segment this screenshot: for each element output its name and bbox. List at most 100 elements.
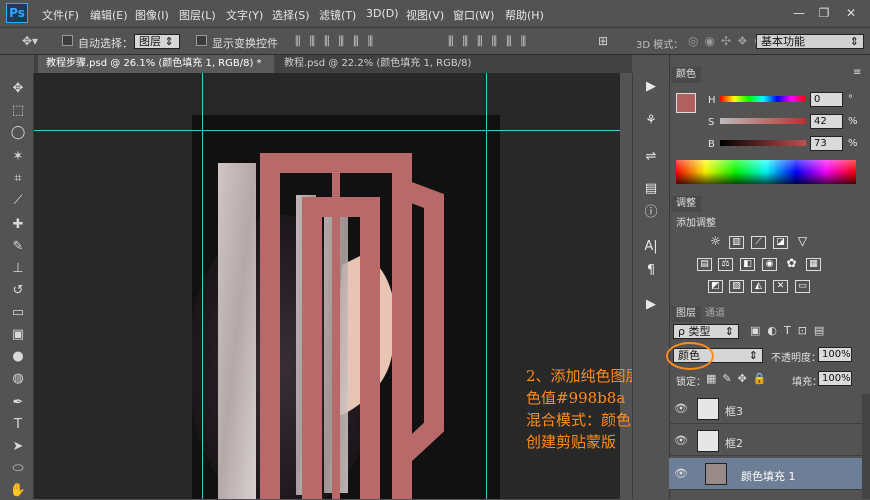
exposure-adj-icon[interactable]: ◪ [773, 236, 788, 249]
close-window-icon[interactable]: ✕ [842, 4, 860, 22]
healing-brush-icon[interactable]: ✚ [9, 216, 27, 234]
layer-row[interactable]: 👁 框3 [669, 394, 862, 424]
document-canvas[interactable] [187, 115, 500, 499]
black-white-adj-icon[interactable]: ◧ [740, 258, 755, 271]
dodge-tool-icon[interactable]: ◍ [9, 370, 27, 388]
minimize-icon[interactable]: — [790, 4, 808, 22]
play-action-icon[interactable]: ▶ [642, 296, 660, 314]
tab-active-document[interactable]: 教程步骤.psd @ 26.1% (颜色填充 1, RGB/8) * × [38, 55, 274, 87]
brightness-input[interactable]: 73 [810, 136, 843, 151]
photo-filter-adj-icon[interactable]: ◉ [762, 258, 777, 271]
layer-row[interactable]: 👁 框2 [669, 426, 862, 456]
lock-icons[interactable]: ▦✎✥🔒 [706, 372, 773, 385]
auto-select-checkbox[interactable] [62, 35, 73, 46]
adjustments-panel-tab[interactable]: 调整 [671, 196, 701, 212]
curves-adj-icon[interactable]: ⟋ [751, 236, 766, 249]
levels-adj-icon[interactable]: ▥ [729, 236, 744, 249]
marquee-tool-icon[interactable]: ⬚ [9, 102, 27, 120]
menu-view[interactable]: 视图(V) [406, 7, 444, 23]
lasso-tool-icon[interactable]: ◯ [9, 124, 27, 142]
selective-color-adj-icon[interactable]: ✕ [773, 280, 788, 293]
move-tool-icon[interactable]: ✥▾ [22, 34, 38, 48]
brightness-adj-icon[interactable]: ☼ [708, 235, 723, 249]
menu-filter[interactable]: 滤镜(T) [319, 7, 356, 23]
paragraph-icon[interactable]: ¶ [642, 262, 660, 280]
history-brush-icon[interactable]: ↺ [9, 282, 27, 300]
foreground-color-swatch[interactable] [676, 93, 696, 113]
auto-select-dropdown[interactable]: 图层 ⇕ [134, 34, 180, 49]
path-select-icon[interactable]: ➤ [9, 438, 27, 456]
color-lookup-adj-icon[interactable]: ▦ [806, 258, 821, 271]
panel-icon-strip [632, 73, 669, 499]
swatches-icon[interactable]: ▤ [642, 180, 660, 198]
shape-tool-icon[interactable]: ⬭ [9, 460, 27, 478]
saturation-input[interactable]: 42 [810, 114, 843, 129]
layers-scrollbar[interactable] [862, 394, 870, 499]
guide-horizontal[interactable] [34, 130, 620, 131]
layer-filter-dropdown[interactable]: ρ 类型 ⇕ [673, 324, 739, 339]
menu-type[interactable]: 文字(Y) [226, 7, 263, 23]
fill-layer-thumbnail [705, 463, 727, 485]
history-icon[interactable]: ▶ [642, 78, 660, 96]
color-panel-tab[interactable]: 颜色 [671, 67, 701, 83]
pen-tool-icon[interactable]: ✒ [9, 394, 27, 412]
gradient-tool-icon[interactable]: ▣ [9, 326, 27, 344]
tab-layers[interactable]: 图层 [671, 306, 701, 322]
layer-filter-icons[interactable]: ▣◐T⊡▤ [750, 324, 831, 337]
workspace-dropdown[interactable]: 基本功能 ⇕ [756, 34, 864, 49]
show-transform-checkbox[interactable] [196, 35, 207, 46]
brightness-slider[interactable] [720, 140, 806, 146]
hue-input[interactable]: 0 [810, 92, 843, 107]
menu-layer[interactable]: 图层(L) [179, 7, 216, 23]
visibility-eye-icon[interactable]: 👁 [674, 402, 688, 416]
blur-tool-icon[interactable]: ● [9, 348, 27, 366]
visibility-eye-icon[interactable]: 👁 [674, 434, 688, 448]
invert-adj-icon[interactable]: ◩ [708, 280, 723, 293]
crop-tool-icon[interactable]: ⌗ [9, 170, 27, 188]
color-balance-adj-icon[interactable]: ⚖ [718, 258, 733, 271]
character-icon[interactable]: A| [642, 238, 660, 256]
guide-vertical-2[interactable] [486, 73, 487, 499]
menu-file[interactable]: 文件(F) [42, 7, 79, 23]
hue-sat-adj-icon[interactable]: ▤ [697, 258, 712, 271]
tab-document-2[interactable]: 教程.psd @ 22.2% (颜色填充 1, RGB/8) * × [276, 55, 486, 87]
panel-menu-icon[interactable]: ≡ [853, 67, 861, 78]
menu-edit[interactable]: 编辑(E) [90, 7, 128, 23]
brush-panel-icon[interactable]: ⚘ [642, 112, 660, 130]
brush-tool-icon[interactable]: ✎ [9, 238, 27, 256]
menu-window[interactable]: 窗口(W) [453, 7, 494, 23]
gradient-map-adj-icon[interactable]: ▭ [795, 280, 810, 293]
restore-icon[interactable]: ❐ [815, 4, 833, 22]
magic-wand-icon[interactable]: ✶ [9, 148, 27, 166]
visibility-eye-icon[interactable]: 👁 [674, 467, 688, 481]
tab-channels[interactable]: 通道 [700, 306, 730, 322]
fill-input[interactable]: 100% [818, 371, 852, 386]
hand-tool-icon[interactable]: ✋ [9, 482, 27, 500]
menu-help[interactable]: 帮助(H) [505, 7, 544, 23]
clone-stamp-icon[interactable]: ⊥ [9, 260, 27, 278]
auto-align-icon[interactable]: ⊞ [598, 34, 608, 48]
opacity-input[interactable]: 100% [818, 347, 852, 362]
menu-select[interactable]: 选择(S) [272, 7, 310, 23]
tool-presets-icon[interactable]: ⇌ [642, 148, 660, 166]
annotation-line-1: 2、添加纯色图层 [526, 367, 641, 385]
eyedropper-icon[interactable]: ⟋ [9, 192, 27, 210]
guide-vertical-1[interactable] [202, 73, 203, 499]
channel-mixer-adj-icon[interactable]: ✿ [784, 257, 799, 271]
distribute-icons[interactable]: ⫼⫼⫼⫼⫼⫼ [448, 34, 535, 49]
color-spectrum[interactable] [676, 160, 856, 184]
saturation-slider[interactable] [720, 118, 806, 124]
move-tool-icon[interactable]: ✥ [9, 80, 27, 98]
vibrance-adj-icon[interactable]: ▽ [795, 235, 810, 249]
opacity-label: 不透明度： [771, 353, 821, 364]
eraser-tool-icon[interactable]: ▭ [9, 304, 27, 322]
layer-row-selected[interactable]: 👁 颜色填充 1 [669, 458, 862, 490]
menu-3d[interactable]: 3D(D) [366, 7, 399, 20]
align-icons[interactable]: ⫼⫼⫼⫼⫼⫼ [295, 34, 382, 49]
posterize-adj-icon[interactable]: ▨ [729, 280, 744, 293]
info-icon[interactable]: ⓘ [642, 204, 660, 222]
menu-image[interactable]: 图像(I) [135, 7, 169, 23]
type-tool-icon[interactable]: T [9, 416, 27, 434]
threshold-adj-icon[interactable]: ◭ [751, 280, 766, 293]
hue-slider[interactable] [720, 96, 806, 102]
